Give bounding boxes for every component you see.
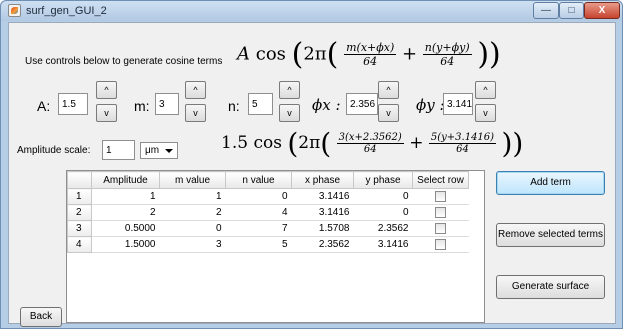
current-term-fraction-x: 3(x+2.3562) 64 [336,132,404,155]
cell-select-row [412,236,469,253]
matlab-app-icon [8,4,21,17]
amplitude-scale-input[interactable]: 1 [102,140,135,160]
general-formula: A cos (2π( m(x+ϕx) 64 + n(y+ϕy) 64 )) [237,37,501,72]
column-header-select-row[interactable]: Select row [412,171,469,189]
cell-y-phase[interactable]: 3.1416 [353,236,413,253]
terms-table-grid: Amplitude m value n value x phase y phas… [67,171,469,253]
m-label: m: [134,98,150,114]
n-input[interactable]: 5 [248,93,273,115]
minimize-button[interactable]: — [533,2,559,19]
cell-m-value[interactable]: 1 [159,188,226,205]
phiy-increment-button[interactable]: ^ [475,81,496,99]
a-label: A: [37,98,51,114]
row-index: 2 [67,204,92,221]
cell-y-phase[interactable]: 0 [353,204,413,221]
generate-surface-button[interactable]: Generate surface [496,275,605,299]
phix-decrement-button[interactable]: v [378,104,399,122]
table-row[interactable]: 3 0.5000 0 7 1.5708 2.3562 [67,220,469,237]
table-header-row: Amplitude m value n value x phase y phas… [67,171,469,189]
cell-y-phase[interactable]: 2.3562 [353,220,413,237]
m-decrement-button[interactable]: v [185,104,206,122]
column-header-index [67,171,92,189]
phiy-decrement-button[interactable]: v [475,104,496,122]
formula-two-pi: 2π [303,43,327,65]
cell-n-value[interactable]: 5 [225,236,292,253]
cell-x-phase[interactable]: 3.1416 [291,188,354,205]
remove-selected-terms-button[interactable]: Remove selected terms [496,223,605,247]
terms-table[interactable]: Amplitude m value n value x phase y phas… [66,170,485,323]
instructions-text: Use controls below to generate cosine te… [25,56,223,67]
row-index: 3 [67,220,92,237]
column-header-amplitude[interactable]: Amplitude [91,171,160,189]
column-header-n-value[interactable]: n value [225,171,292,189]
cell-n-value[interactable]: 0 [225,188,292,205]
chevron-down-icon [165,149,173,153]
m-increment-button[interactable]: ^ [185,81,206,99]
phix-label: ϕx : [312,96,341,114]
cell-select-row [412,220,469,237]
row-index: 1 [67,188,92,205]
formula-cos: cos [255,43,286,65]
n-decrement-button[interactable]: v [279,104,300,122]
cell-amplitude[interactable]: 1.5000 [91,236,160,253]
select-row-checkbox[interactable] [435,238,446,250]
cell-amplitude[interactable]: 1 [91,188,160,205]
cell-y-phase[interactable]: 0 [353,188,413,205]
cell-x-phase[interactable]: 1.5708 [291,220,354,237]
add-term-button[interactable]: Add term [496,171,605,195]
select-row-checkbox[interactable] [435,222,446,234]
current-term-fraction-y: 5(y+3.1416) 64 [428,132,497,155]
phiy-input[interactable]: 3.141 [443,93,473,115]
table-row[interactable]: 1 1 1 0 3.1416 0 [67,188,469,205]
cell-n-value[interactable]: 4 [225,204,292,221]
table-row[interactable]: 2 2 2 4 3.1416 0 [67,204,469,221]
formula-fraction-x: m(x+ϕx) 64 [344,41,397,68]
column-header-m-value[interactable]: m value [159,171,226,189]
close-button[interactable]: X [584,2,620,19]
title-bar[interactable]: surf_gen_GUI_2 — □ X [1,1,622,21]
unit-selected-value: μm [145,145,160,156]
table-row[interactable]: 4 1.5000 3 5 2.3562 3.1416 [67,236,469,253]
cell-m-value[interactable]: 3 [159,236,226,253]
cell-amplitude[interactable]: 2 [91,204,160,221]
cell-amplitude[interactable]: 0.5000 [91,220,160,237]
unit-select[interactable]: μm [140,142,178,159]
formula-fraction-y: n(y+ϕy) 64 [422,41,472,68]
row-index: 4 [67,236,92,253]
select-row-checkbox[interactable] [435,206,446,218]
phix-increment-button[interactable]: ^ [378,81,399,99]
app-window: surf_gen_GUI_2 — □ X Use controls below … [0,0,623,329]
window-title: surf_gen_GUI_2 [26,5,107,17]
column-header-y-phase[interactable]: y phase [353,171,413,189]
phix-input[interactable]: 2.356 [346,93,378,115]
n-label: n: [228,98,240,114]
back-button[interactable]: Back [20,307,62,327]
a-increment-button[interactable]: ^ [96,81,117,99]
cell-x-phase[interactable]: 3.1416 [291,204,354,221]
m-input[interactable]: 3 [155,93,179,115]
cell-select-row [412,188,469,205]
formula-amplitude-symbol: A [237,43,250,65]
cell-n-value[interactable]: 7 [225,220,292,237]
maximize-button[interactable]: □ [559,2,584,19]
select-row-checkbox[interactable] [435,190,446,202]
cell-x-phase[interactable]: 2.3562 [291,236,354,253]
a-input[interactable]: 1.5 [58,93,88,115]
cell-m-value[interactable]: 0 [159,220,226,237]
n-increment-button[interactable]: ^ [279,81,300,99]
cell-m-value[interactable]: 2 [159,204,226,221]
current-term-coefficient: 1.5 [221,133,249,153]
column-header-x-phase[interactable]: x phase [291,171,354,189]
current-term-formula: 1.5 cos (2π( 3(x+2.3562) 64 + 5(y+3.1416)… [221,127,524,160]
phiy-label: ϕy : [416,96,445,114]
cell-select-row [412,204,469,221]
amplitude-scale-label: Amplitude scale: [17,145,91,156]
main-panel: Use controls below to generate cosine te… [8,22,616,327]
a-decrement-button[interactable]: v [96,104,117,122]
